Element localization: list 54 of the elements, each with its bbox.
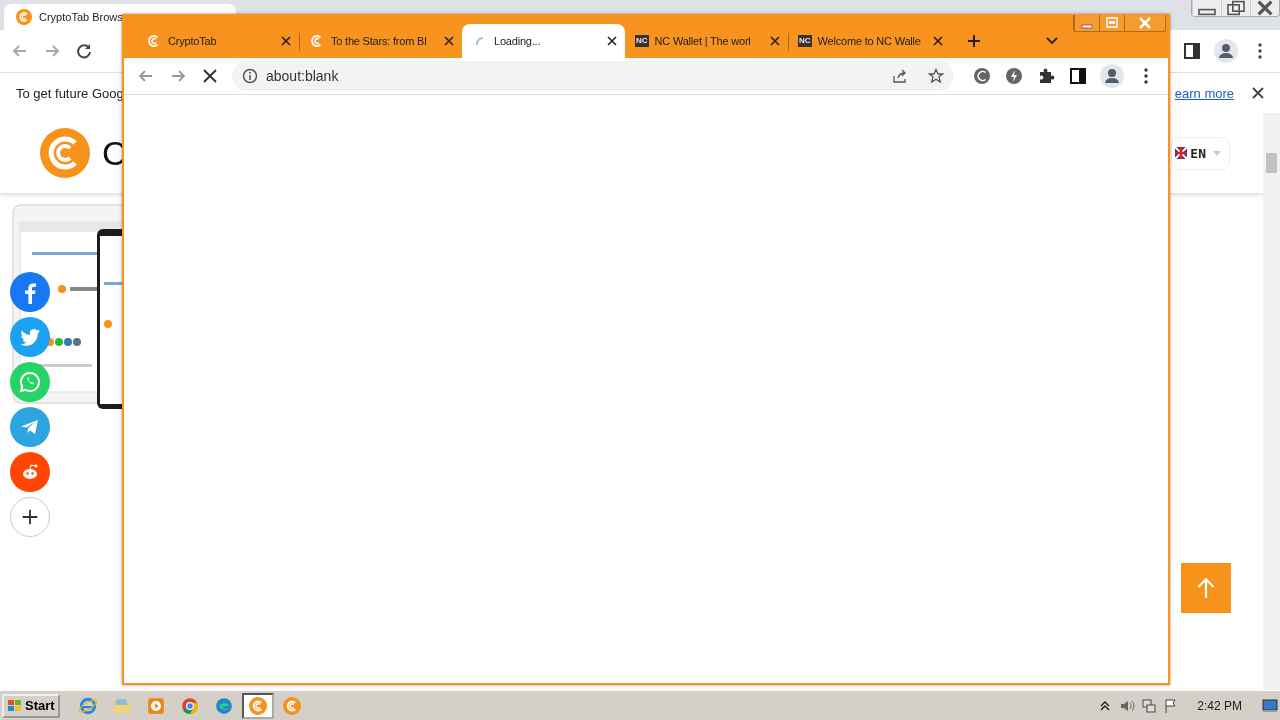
tab-title: CryptoTab Brows	[39, 11, 123, 23]
profile-icon[interactable]	[1100, 64, 1124, 88]
tab-favicon: NC	[798, 35, 812, 47]
clock: 2:42 PM	[1197, 698, 1242, 713]
info-icon[interactable]	[242, 68, 258, 84]
tab-title: CryptoTab	[168, 35, 218, 47]
windows-flag-icon	[7, 697, 23, 714]
show-desktop-icon[interactable]	[1262, 697, 1278, 714]
flag-icon	[1175, 147, 1188, 159]
address-bar[interactable]: about:blank	[232, 61, 954, 91]
browser-tab[interactable]: NC Welcome to NC Walle	[788, 24, 951, 58]
star-icon[interactable]	[928, 68, 944, 84]
plus-icon[interactable]	[967, 34, 981, 48]
language-dropdown[interactable]: EN	[1171, 136, 1230, 170]
folder-icon	[112, 696, 131, 715]
play-icon	[146, 696, 165, 715]
side-panel-icon[interactable]	[1068, 66, 1088, 86]
tab-title: Welcome to NC Walle	[817, 35, 922, 47]
close-icon[interactable]	[770, 36, 780, 46]
close-icon[interactable]	[444, 36, 454, 46]
browser-tab[interactable]: To the Stars: from Bl	[299, 24, 462, 58]
browser-tab[interactable]: NC NC Wallet | The worl	[625, 24, 788, 58]
start-button[interactable]: Start	[2, 693, 60, 718]
coin-logo-icon[interactable]	[972, 66, 992, 86]
coin-logo-icon	[282, 696, 301, 715]
taskbar-app[interactable]	[241, 692, 274, 719]
share-icon[interactable]	[892, 68, 908, 84]
tab-title: To the Stars: from Bl	[331, 35, 428, 47]
browser-tab[interactable]: Loading...	[462, 24, 625, 58]
network-icon[interactable]	[1141, 697, 1158, 714]
tab-favicon: NC	[635, 35, 649, 47]
coin-logo-icon	[16, 9, 32, 25]
learn-more-link[interactable]: earn more	[1174, 85, 1234, 101]
spinner-icon	[476, 36, 484, 46]
scrollbar[interactable]	[1263, 113, 1280, 690]
coin-logo-icon	[40, 128, 90, 178]
close-icon[interactable]	[1252, 87, 1264, 99]
close-icon[interactable]	[933, 36, 943, 46]
wave-logo-icon	[214, 696, 233, 715]
reload-icon[interactable]	[74, 41, 94, 61]
coin-logo-icon	[248, 696, 267, 715]
share-button[interactable]	[10, 497, 50, 537]
tab-title: NC Wallet | The worl	[654, 35, 752, 47]
side-panel-icon[interactable]	[1182, 41, 1202, 61]
profile-icon[interactable]	[1214, 39, 1238, 63]
lightning-icon[interactable]	[1004, 66, 1024, 86]
chrome-icon	[180, 696, 199, 715]
close-icon[interactable]	[281, 36, 291, 46]
e-globe-icon	[78, 696, 97, 715]
chat-bubble-icon	[18, 370, 42, 394]
caret-icon	[1213, 150, 1221, 156]
tab-title: Loading...	[494, 35, 542, 47]
chevron-down-icon[interactable]	[1046, 37, 1058, 45]
close-icon[interactable]	[607, 36, 617, 46]
